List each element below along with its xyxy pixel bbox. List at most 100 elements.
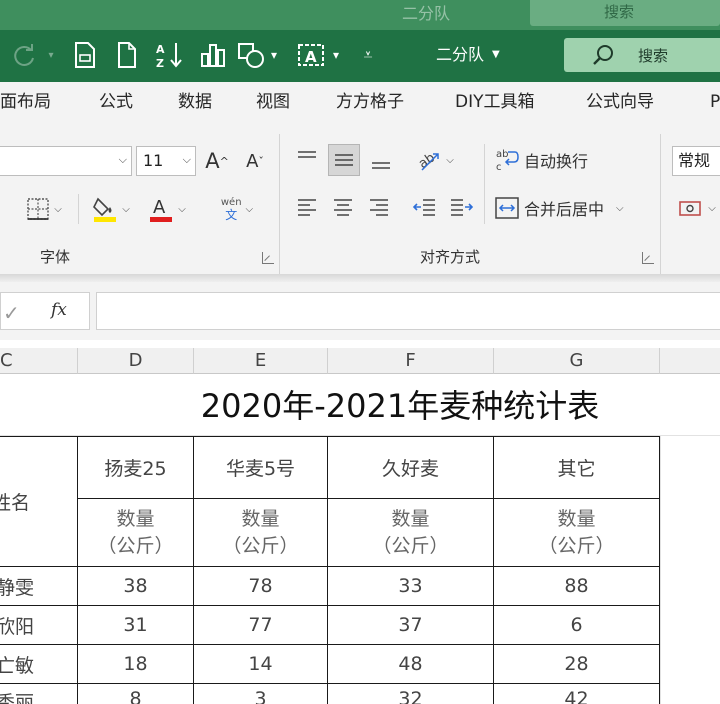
search-box[interactable]: 搜索 xyxy=(564,38,720,72)
font-color-button[interactable]: A ⌵ xyxy=(142,192,192,226)
value-cell[interactable]: 88 xyxy=(494,567,660,606)
insert-function-icon[interactable]: fx xyxy=(51,300,67,320)
top-align-button[interactable] xyxy=(292,144,322,174)
chevron-down-icon: ⌵ xyxy=(446,154,454,166)
value-cell[interactable]: 37 xyxy=(328,606,494,645)
text-box-icon[interactable]: A xyxy=(294,40,328,70)
customize-toolbar-icon[interactable]: ⩡ xyxy=(356,40,380,70)
tab-data[interactable]: 数据 xyxy=(178,82,212,122)
sort-ascending-icon[interactable]: AZ xyxy=(152,40,186,70)
tab-overflow[interactable]: P xyxy=(710,82,720,122)
value-cell[interactable]: 8 xyxy=(78,684,194,704)
redo-dropdown-icon[interactable]: ▾ xyxy=(44,40,58,70)
tab-page-layout[interactable]: 面布局 xyxy=(0,82,51,122)
tab-formula-wizard[interactable]: 公式向导 xyxy=(586,82,654,122)
formula-bar: ✓ fx xyxy=(0,282,720,340)
value-cell[interactable]: 77 xyxy=(194,606,328,645)
font-group-label: 字体 xyxy=(40,248,71,266)
tab-fangfang-gezi[interactable]: 方方格子 xyxy=(336,82,404,122)
unit-header-cell[interactable]: 数量 （公斤） xyxy=(328,499,494,567)
column-header-h[interactable] xyxy=(660,348,720,374)
name-cell[interactable]: 亡敏 xyxy=(0,645,78,684)
formula-input[interactable] xyxy=(96,292,720,330)
text-orientation-icon: ab xyxy=(416,150,439,172)
increase-indent-button[interactable] xyxy=(446,192,476,222)
tab-diy-toolbox[interactable]: DIY工具箱 xyxy=(455,82,535,122)
value-cell[interactable]: 38 xyxy=(78,567,194,606)
fill-color-button[interactable]: ⌵ xyxy=(86,192,136,226)
unit-header-cell[interactable]: 数量 （公斤） xyxy=(78,499,194,567)
align-center-button[interactable] xyxy=(328,192,358,222)
bottom-align-button[interactable] xyxy=(366,146,396,176)
value-cell[interactable]: 14 xyxy=(194,645,328,684)
value-cell[interactable]: 3 xyxy=(194,684,328,704)
value-cell[interactable]: 28 xyxy=(494,645,660,684)
enter-check-icon[interactable]: ✓ xyxy=(3,301,20,325)
wrap-text-label: 自动换行 xyxy=(524,152,589,171)
name-cell[interactable]: 静雯 xyxy=(0,567,78,606)
align-right-button[interactable] xyxy=(364,192,394,222)
alignment-dialog-launcher-icon[interactable] xyxy=(642,252,654,264)
tab-view[interactable]: 视图 xyxy=(256,82,290,122)
unit-header-cell[interactable]: 数量 （公斤） xyxy=(194,499,328,567)
variety-header-text: 扬麦25 xyxy=(104,458,167,480)
value-cell[interactable]: 31 xyxy=(78,606,194,645)
column-header-d[interactable]: D xyxy=(78,348,194,374)
ribbon-tabs: 面布局 公式 数据 视图 方方格子 DIY工具箱 公式向导 P xyxy=(0,82,720,122)
sheet-title-cell[interactable]: 2020年-2021年麦种统计表 xyxy=(80,380,720,432)
wrap-text-icon: ab c xyxy=(496,149,519,173)
font-name-select[interactable]: ⌵ xyxy=(0,146,132,176)
new-document-icon[interactable] xyxy=(112,40,142,70)
variety-header-cell[interactable]: 扬麦25 xyxy=(78,437,194,499)
variety-header-cell[interactable]: 久好麦 xyxy=(328,437,494,499)
value-cell[interactable]: 33 xyxy=(328,567,494,606)
column-header-f[interactable]: F xyxy=(328,348,494,374)
value-cell[interactable]: 42 xyxy=(494,684,660,704)
orientation-button[interactable]: ab ⌵ xyxy=(410,144,460,176)
value-cell[interactable]: 32 xyxy=(328,684,494,704)
tab-formulas[interactable]: 公式 xyxy=(99,82,133,122)
search-icon xyxy=(593,45,613,65)
bottom-align-icon xyxy=(372,162,390,169)
print-preview-icon[interactable] xyxy=(70,40,100,70)
document-title[interactable]: 二分队 ▼ xyxy=(436,40,500,70)
unit-header-cell[interactable]: 数量 （公斤） xyxy=(494,499,660,567)
column-header-e[interactable]: E xyxy=(194,348,328,374)
variety-header-cell[interactable]: 其它 xyxy=(494,437,660,499)
shapes-dropdown-icon[interactable]: ▾ xyxy=(266,40,282,70)
redo-icon[interactable] xyxy=(4,40,44,70)
value-cell[interactable]: 78 xyxy=(194,567,328,606)
borders-button[interactable]: ⌵ xyxy=(18,194,70,224)
search-label: 搜索 xyxy=(638,46,669,65)
name-cell[interactable]: 秀丽 xyxy=(0,684,78,704)
decrease-font-size-button[interactable]: Aˇ xyxy=(240,146,270,176)
increase-font-size-button[interactable]: A ^ xyxy=(202,146,232,176)
chevron-down-icon: ⌵ xyxy=(616,202,624,214)
chevron-down-icon: ⌵ xyxy=(54,203,62,215)
column-header-c[interactable]: C xyxy=(0,348,78,374)
middle-align-button[interactable] xyxy=(328,144,360,176)
align-center-icon xyxy=(334,199,352,216)
font-size-select[interactable]: 11 ⌵ xyxy=(136,146,196,176)
merge-center-button[interactable]: 合并后居中 ⌵ xyxy=(494,192,644,224)
wrap-text-button[interactable]: ab c 自动换行 xyxy=(494,144,604,176)
variety-header-cell[interactable]: 华麦5号 xyxy=(194,437,328,499)
name-cell[interactable]: 欣阳 xyxy=(0,606,78,645)
text-box-dropdown-icon[interactable]: ▾ xyxy=(328,40,344,70)
align-left-button[interactable] xyxy=(292,192,322,222)
decrease-indent-button[interactable] xyxy=(410,192,440,222)
bar-chart-icon[interactable] xyxy=(196,40,230,70)
svg-text:Z: Z xyxy=(156,57,164,69)
currency-format-button[interactable]: ⌵ xyxy=(674,192,720,224)
unit-line2: （公斤） xyxy=(97,534,174,557)
phonetic-guide-button[interactable]: wén 文 ⌵ xyxy=(210,192,264,226)
number-format-select[interactable]: 常规 xyxy=(672,146,720,176)
value-cell[interactable]: 6 xyxy=(494,606,660,645)
value-cell[interactable]: 48 xyxy=(328,645,494,684)
column-header-g[interactable]: G xyxy=(494,348,660,374)
ribbon-divider xyxy=(660,134,661,274)
name-header-cell[interactable]: 姓名 xyxy=(0,437,78,567)
font-dialog-launcher-icon[interactable] xyxy=(262,252,274,264)
shapes-icon[interactable] xyxy=(236,40,266,70)
value-cell[interactable]: 18 xyxy=(78,645,194,684)
